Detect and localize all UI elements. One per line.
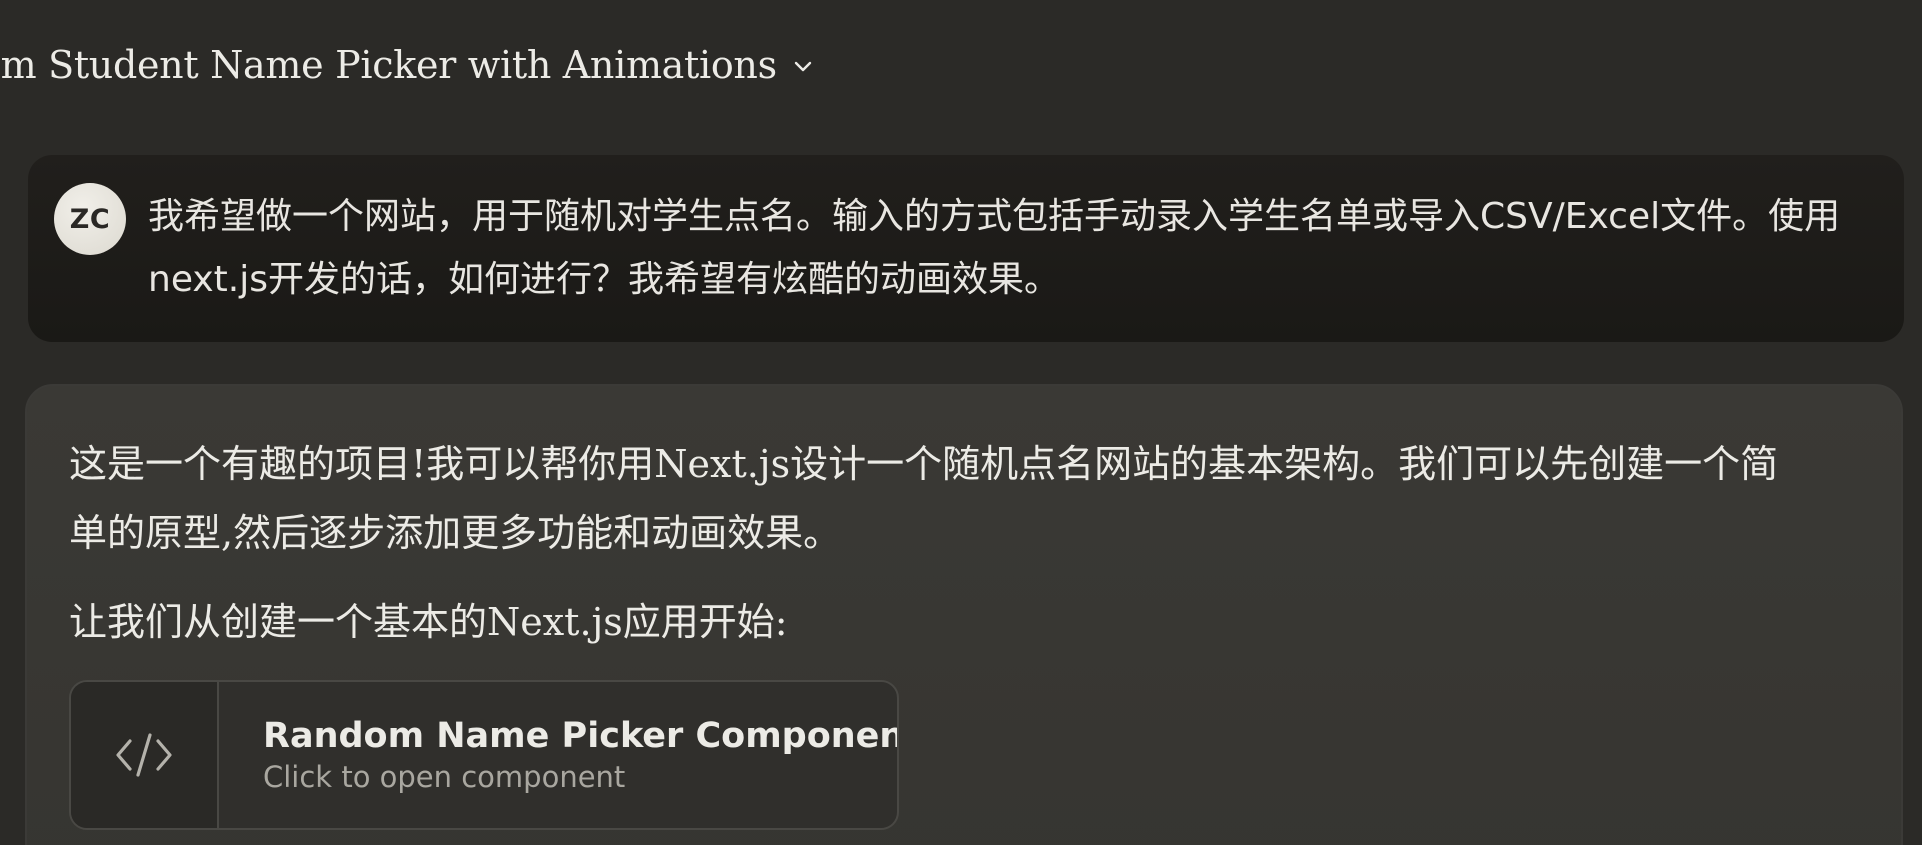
assistant-paragraph-1: 这是一个有趣的项目!我可以帮你用Next.js设计一个随机点名网站的基本架构。我… — [69, 442, 1779, 555]
conversation-title-text: om Student Name Picker with Animations — [0, 43, 777, 87]
user-message-text: 我希望做一个网站，用于随机对学生点名。输入的方式包括手动录入学生名单或导入CSV… — [148, 196, 1841, 300]
user-message: ZC 我希望做一个网站，用于随机对学生点名。输入的方式包括手动录入学生名单或导入… — [28, 155, 1904, 342]
artifact-card[interactable]: Random Name Picker Component Click to op… — [69, 680, 899, 830]
artifact-icon-box — [71, 682, 219, 828]
artifact-text: Random Name Picker Component Click to op… — [219, 682, 899, 828]
assistant-paragraph-2: 让我们从创建一个基本的Next.js应用开始: — [69, 600, 788, 644]
avatar[interactable]: ZC — [54, 183, 126, 255]
assistant-message: 这是一个有趣的项目!我可以帮你用Next.js设计一个随机点名网站的基本架构。我… — [25, 384, 1903, 845]
artifact-title: Random Name Picker Component — [263, 716, 899, 756]
conversation-title[interactable]: om Student Name Picker with Animations — [0, 40, 815, 90]
chevron-down-icon[interactable] — [791, 54, 815, 78]
artifact-subtitle: Click to open component — [263, 760, 626, 794]
code-icon — [116, 733, 172, 777]
